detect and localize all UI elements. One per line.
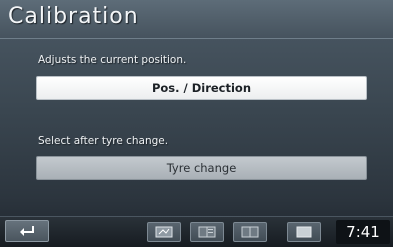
map-view-button[interactable] [147,222,181,242]
back-button[interactable] [5,220,49,242]
tyre-section-label: Select after tyre change. [38,135,169,147]
dual-map-view-button[interactable] [233,222,267,242]
page-title: Calibration [8,4,139,29]
title-bar: Calibration [0,0,393,39]
position-section-label: Adjusts the current position. [38,54,187,66]
monitor-view-button[interactable] [287,222,321,242]
clock: 7:41 [336,220,390,244]
split-view-button[interactable] [190,222,224,242]
split-view-icon [198,226,216,238]
calibration-screen: Calibration Adjusts the current position… [0,0,393,247]
pos-direction-button[interactable]: Pos. / Direction [36,76,367,100]
monitor-view-icon [296,226,312,238]
dual-map-view-icon [241,226,259,238]
return-icon [20,226,34,236]
tyre-change-button[interactable]: Tyre change [36,156,367,180]
map-view-icon [155,226,173,238]
